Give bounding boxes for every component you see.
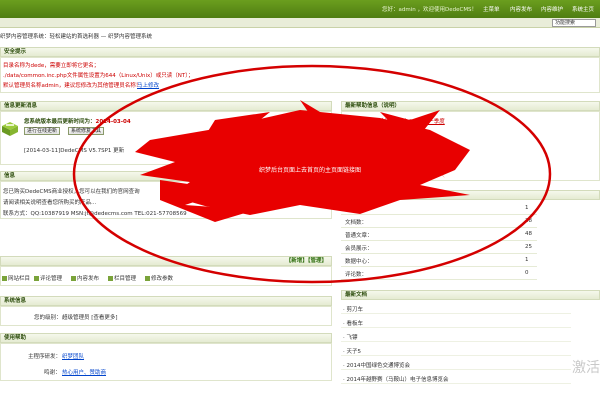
modify-now-link[interactable]: 马上修改 — [137, 83, 159, 89]
nav-strip: 功能搜索 — [0, 18, 600, 28]
quick-item-column-manage[interactable]: 栏目管理 — [108, 274, 136, 282]
breadcrumb: 织梦内容管理系统：轻松建站的首选利器 — 织梦内容管理系统 — [0, 34, 152, 40]
notice-line-3: 联系方式：QQ:10387919 MSN:jt@dedecms.com TEL:… — [3, 211, 187, 217]
column-manage-icon — [108, 276, 113, 281]
top-bar: 您好：admin ，欢迎使用DedeCMS！ 主菜单 内容发布 内容维护 系统主… — [0, 0, 600, 18]
role-label: 您的级别： — [34, 315, 62, 321]
update-news-line: [2014-03-11]DedeCMS V5.7SP1 更新 — [24, 148, 125, 154]
doc-item[interactable]: · 剪刀车 — [341, 302, 571, 314]
main-dev-label: 主程序研发： — [28, 354, 62, 360]
help-line-1[interactable]: 中国安全购物网站 2014第一季度 — [363, 117, 445, 125]
version-label: 您系统版本最后更新时间为： — [24, 119, 96, 125]
help-header: 最新帮助信息（说明） — [341, 101, 600, 111]
main-dev-value[interactable]: 织梦团队 — [62, 352, 84, 360]
watermark-text: 激活 — [572, 359, 600, 376]
doc-item[interactable]: · 看板车 — [341, 316, 571, 328]
role-value: 超级管理员 [查看更多] — [62, 315, 118, 321]
online-update-button[interactable]: 进行在线更新 — [24, 127, 61, 135]
doc-item[interactable]: · 天子5 — [341, 344, 571, 356]
stats-header: 信息统计 — [341, 190, 600, 200]
quick-item-publish[interactable]: 内容发布 — [71, 274, 99, 282]
repair-tool-button[interactable]: 系统修复工具 — [68, 127, 105, 135]
security-line-1: 目录名称为dede，需要立即将它更名； — [3, 63, 100, 69]
stat-row: 会员展示： 25 — [341, 241, 537, 254]
columns-icon — [2, 276, 7, 281]
stat-row: 普通文章： 48 — [341, 228, 537, 241]
topbar-link-home[interactable]: 系统主页 — [572, 5, 594, 13]
thanks-label: 鸣谢： — [44, 370, 61, 376]
comments-icon — [34, 276, 39, 281]
topbar-link-main-menu[interactable]: 主菜单 — [483, 5, 500, 13]
welcome-text: 您好：admin ，欢迎使用DedeCMS！ — [382, 7, 478, 13]
thanks-value[interactable]: 热心用户、赞助商 — [62, 368, 106, 376]
version-date: 2014-03-04 — [95, 119, 131, 125]
security-line-3: 默认管理员名称admin，建议您修改为其他管理员名称！ — [3, 83, 142, 89]
update-header: 信息更新消息 — [0, 101, 332, 111]
topbar-link-maintain[interactable]: 内容维护 — [541, 5, 563, 13]
quick-item-settings[interactable]: 修改参数 — [145, 274, 173, 282]
dev-header: 使用帮助 — [0, 333, 332, 343]
info-header: 系统信息 — [0, 296, 332, 306]
doc-item[interactable]: · 2014年越野赛（马鞍山）电子信息博览会 — [341, 372, 571, 384]
notice-header: 信息 — [0, 171, 332, 181]
doc-item[interactable]: · 飞镖 — [341, 330, 571, 342]
quick-add-manage[interactable]: 【新增】【管理】 — [286, 257, 327, 265]
doc-item[interactable]: · 2014中国绿色交通博览会 — [341, 358, 571, 370]
security-line-2: ./data/common.inc.php文件属性设置为644（Linux/Un… — [3, 73, 194, 79]
publish-icon — [71, 276, 76, 281]
notice-line-1: 您已购买DedeCMS商业授权，您可以在我们的官网查询 — [3, 189, 140, 195]
stat-row: 会员数： 1 — [341, 202, 537, 215]
package-icon — [2, 122, 18, 136]
notice-line-2: 请阅读相关说明查看您所购买的产品... — [3, 200, 97, 206]
quick-item-columns[interactable]: 网站栏目 — [2, 274, 30, 282]
docs-header: 最新文档 — [341, 290, 600, 300]
topbar-link-publish[interactable]: 内容发布 — [510, 5, 532, 13]
stat-row: 文档数： 38 — [341, 215, 537, 228]
stat-row: 评论数： 0 — [341, 267, 537, 280]
stat-row: 数据中心： 1 — [341, 254, 537, 267]
quick-header: 【新增】【管理】 — [0, 256, 332, 266]
security-header: 安全提示 — [0, 47, 600, 57]
settings-icon — [145, 276, 150, 281]
quick-item-comments[interactable]: 评论管理 — [34, 274, 62, 282]
search-input[interactable]: 功能搜索 — [552, 19, 596, 27]
